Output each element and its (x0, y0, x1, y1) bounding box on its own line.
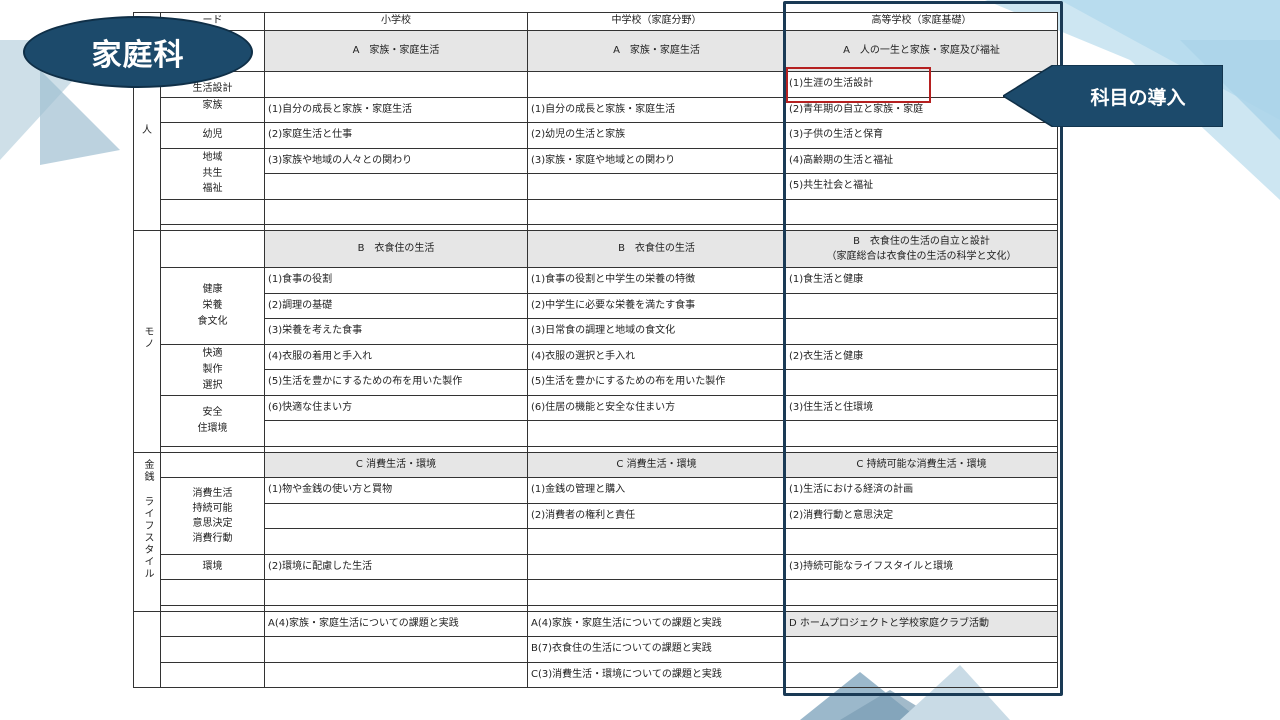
high-b3: (3)住生活と住環境 (785, 394, 1058, 421)
high-b2: (2)衣生活と健康 (785, 343, 1058, 370)
keyword-health-nutrition: 健康 栄養 食文化 (160, 267, 265, 345)
junior-b4: (4)衣服の選択と手入れ (527, 343, 786, 370)
table-cell (264, 198, 528, 225)
category-money-label: 金銭 (142, 458, 153, 483)
high-c3: (3)持続可能なライフスタイルと環境 (785, 553, 1058, 580)
elementary-b1: (1)食事の役割 (264, 267, 528, 294)
keyword-cell (160, 230, 265, 268)
table-cell (264, 636, 528, 663)
page-title-badge: 家庭科 (23, 16, 253, 88)
callout-label: 科目の導入 (1090, 86, 1186, 109)
junior-b5: (5)生活を豊かにするための布を用いた製作 (527, 369, 786, 396)
junior-b3: (3)日常食の調理と地域の食文化 (527, 318, 786, 345)
junior-c1: (1)金銭の管理と購入 (527, 477, 786, 504)
table-cell (785, 636, 1058, 663)
keyword-cell (160, 610, 265, 637)
keyword-consumer-life: 消費生活 持続可能 意思決定 消費行動 (160, 477, 265, 555)
keyword-cell (160, 636, 265, 663)
table-cell (527, 71, 786, 98)
elementary-a1: (1)自分の成長と家族・家庭生活 (264, 96, 528, 123)
table-cell (527, 528, 786, 555)
table-cell (264, 71, 528, 98)
elementary-b6: (6)快適な住まい方 (264, 394, 528, 421)
junior-c2: (2)消費者の権利と責任 (527, 502, 786, 529)
keyword-cell (160, 661, 265, 688)
keyword-environment: 環境 (160, 553, 265, 580)
table-cell (785, 528, 1058, 555)
keyword-cell (160, 198, 265, 225)
table-cell (527, 579, 786, 606)
table-cell (527, 173, 786, 200)
table-cell (264, 579, 528, 606)
page-title: 家庭科 (91, 38, 185, 73)
junior-a3: (3)家族・家庭や地域との関わり (527, 147, 786, 174)
table-cell (785, 318, 1058, 345)
table-cell (785, 369, 1058, 396)
keyword-family: 家族 (160, 96, 265, 123)
table-cell (264, 502, 528, 529)
elementary-a3: (3)家族や地域の人々との関わり (264, 147, 528, 174)
high-a4: (4)高齢期の生活と福祉 (785, 147, 1058, 174)
keyword-safety-housing: 安全 住環境 (160, 394, 265, 447)
category-things: モノ (133, 230, 161, 453)
elementary-section-b-header: B 衣食住の生活 (264, 230, 528, 268)
high-section-b-header: B 衣食住の生活の自立と設計 （家庭総合は衣食住の生活の科学と文化） (785, 230, 1058, 268)
category-person-label: 人 (142, 124, 152, 136)
junior-a2: (2)幼児の生活と家族 (527, 122, 786, 149)
curriculum-table-wrapper: ード 小学校 中学校（家庭分野） 高等学校（家庭基礎） 人 A 家族・家庭生活 … (133, 12, 1058, 688)
table-cell (264, 420, 528, 447)
high-a5: (5)共生社会と福祉 (785, 173, 1058, 200)
keyword-infant: 幼児 (160, 122, 265, 149)
table-cell (527, 420, 786, 447)
table-cell (264, 528, 528, 555)
high-b1: (1)食生活と健康 (785, 267, 1058, 294)
junior-column-header: 中学校（家庭分野） (527, 12, 786, 31)
elementary-b4: (4)衣服の着用と手入れ (264, 343, 528, 370)
high-c2: (2)消費行動と意思決定 (785, 502, 1058, 529)
elementary-b3: (3)栄養を考えた食事 (264, 318, 528, 345)
keyword-community: 地域 共生 福祉 (160, 147, 265, 200)
junior-b2: (2)中学生に必要な栄養を満たす食事 (527, 292, 786, 319)
keyword-cell (160, 451, 265, 478)
junior-d3: C(3)消費生活・環境についての課題と実践 (527, 661, 786, 688)
category-lifestyle-label: ライフスタイル (142, 495, 153, 580)
category-things-label: モノ (142, 325, 153, 350)
keyword-comfort-making: 快適 製作 選択 (160, 343, 265, 396)
high-d1: D ホームプロジェクトと学校家庭クラブ活動 (785, 610, 1058, 637)
high-section-c-header: C 持続可能な消費生活・環境 (785, 451, 1058, 478)
junior-section-b-header: B 衣食住の生活 (527, 230, 786, 268)
table-cell (527, 198, 786, 225)
junior-d2: B(7)衣食住の生活についての課題と実践 (527, 636, 786, 663)
elementary-d1: A(4)家族・家庭生活についての課題と実践 (264, 610, 528, 637)
junior-section-a-header: A 家族・家庭生活 (527, 30, 786, 72)
table-cell (527, 553, 786, 580)
elementary-c2: (2)環境に配慮した生活 (264, 553, 528, 580)
elementary-section-c-header: C 消費生活・環境 (264, 451, 528, 478)
keyword-cell (160, 579, 265, 606)
callout-arrow: 科目の導入 (1003, 65, 1223, 127)
junior-b6: (6)住居の機能と安全な住まい方 (527, 394, 786, 421)
category-cell (133, 610, 161, 688)
junior-b1: (1)食事の役割と中学生の栄養の特徴 (527, 267, 786, 294)
junior-section-c-header: C 消費生活・環境 (527, 451, 786, 478)
elementary-column-header: 小学校 (264, 12, 528, 31)
high-school-column-header: 高等学校（家庭基礎） (785, 12, 1058, 31)
junior-d1: A(4)家族・家庭生活についての課題と実践 (527, 610, 786, 637)
elementary-b2: (2)調理の基礎 (264, 292, 528, 319)
table-cell (785, 579, 1058, 606)
table-cell (785, 661, 1058, 688)
table-cell (785, 292, 1058, 319)
elementary-section-a-header: A 家族・家庭生活 (264, 30, 528, 72)
elementary-c1: (1)物や金銭の使い方と買物 (264, 477, 528, 504)
junior-a1: (1)自分の成長と家族・家庭生活 (527, 96, 786, 123)
table-cell (264, 661, 528, 688)
elementary-a2: (2)家庭生活と仕事 (264, 122, 528, 149)
curriculum-table: ード 小学校 中学校（家庭分野） 高等学校（家庭基礎） 人 A 家族・家庭生活 … (133, 12, 1058, 688)
table-cell (785, 420, 1058, 447)
table-cell (264, 173, 528, 200)
category-money-lifestyle: 金銭 ライフスタイル (133, 451, 161, 612)
table-cell (785, 198, 1058, 225)
elementary-b5: (5)生活を豊かにするための布を用いた製作 (264, 369, 528, 396)
high-c1: (1)生活における経済の計画 (785, 477, 1058, 504)
